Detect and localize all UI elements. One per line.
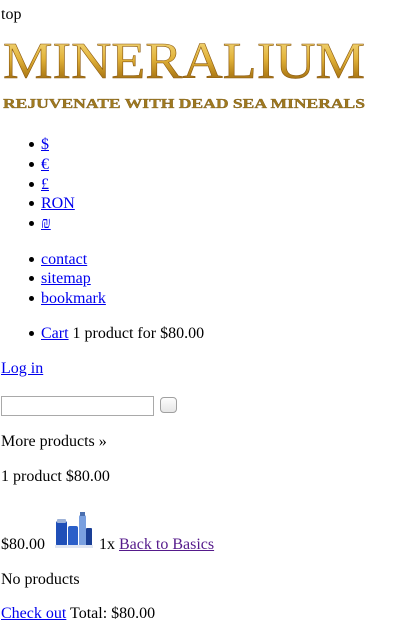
cart-total-text: Total: $80.00 [70, 605, 156, 622]
search-input[interactable] [1, 396, 154, 416]
utility-item-sitemap: sitemap [29, 269, 91, 288]
bookmark-link[interactable]: bookmark [41, 290, 106, 307]
currency-item-eur: € [29, 155, 49, 174]
utility-item-contact: contact [28, 250, 87, 269]
currency-link-eur[interactable]: € [41, 156, 49, 173]
cart-item-price: $80.00 [1, 536, 45, 553]
currency-item-ils: ₪ [29, 214, 51, 233]
cart-item-name-link[interactable]: Back to Basics [119, 536, 214, 553]
currency-link-usd[interactable]: $ [41, 136, 49, 153]
login-link[interactable]: Log in [1, 359, 43, 378]
cart-summary-text: 1 product for $80.00 [72, 325, 205, 342]
logo-tagline: REJUVENATE WITH DEAD SEA MINERALS [3, 97, 365, 112]
product-thumbnail[interactable] [55, 512, 93, 548]
currency-link-ils[interactable]: ₪ [41, 215, 51, 232]
currency-item-usd: $ [29, 135, 49, 154]
checkout-row: Check out Total: $80.00 [1, 604, 155, 623]
cart-item-row: 1x Back to Basics [99, 535, 214, 554]
cart-item-quantity: 1x [99, 536, 115, 553]
currency-link-ron[interactable]: RON [41, 195, 75, 212]
more-products-link[interactable]: More products » [1, 432, 107, 451]
mineralium-logo[interactable]: MINERALIUM REJUVENATE WITH DEAD SEA MINE… [3, 26, 365, 114]
top-anchor-label: top [1, 6, 22, 23]
cart-summary-item: Cart 1 product for $80.00 [28, 324, 205, 343]
currency-item-gbp: £ [29, 175, 49, 194]
utility-item-bookmark: bookmark [29, 289, 106, 308]
logo-title: MINERALIUM [3, 33, 365, 90]
cart-block-summary: 1 product $80.00 [1, 468, 110, 485]
no-products-text: No products [1, 571, 80, 588]
currency-item-ron: RON [29, 194, 75, 213]
sitemap-link[interactable]: sitemap [41, 270, 91, 287]
currency-link-gbp[interactable]: £ [41, 176, 49, 193]
cart-link[interactable]: Cart [41, 325, 69, 342]
checkout-link[interactable]: Check out [1, 605, 66, 622]
contact-link[interactable]: contact [41, 251, 87, 268]
search-button[interactable] [160, 397, 177, 413]
